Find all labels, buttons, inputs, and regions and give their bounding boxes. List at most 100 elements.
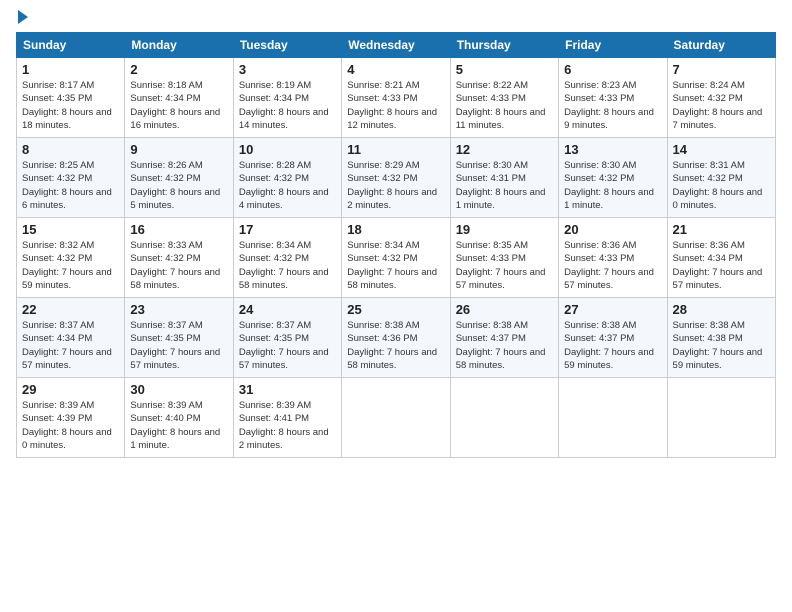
day-info: Sunrise: 8:28 AMSunset: 4:32 PMDaylight:… (239, 159, 336, 212)
day-number: 28 (673, 302, 770, 317)
calendar-cell: 23 Sunrise: 8:37 AMSunset: 4:35 PMDayligh… (125, 298, 233, 378)
day-number: 12 (456, 142, 553, 157)
week-row-2: 8 Sunrise: 8:25 AMSunset: 4:32 PMDaylight… (17, 138, 776, 218)
page: SundayMondayTuesdayWednesdayThursdayFrid… (0, 0, 792, 612)
week-row-1: 1Sunrise: 8:17 AMSunset: 4:35 PMDaylight… (17, 58, 776, 138)
calendar-cell: 18Sunrise: 8:34 AMSunset: 4:32 PMDayligh… (342, 218, 450, 298)
calendar-cell: 6 Sunrise: 8:23 AMSunset: 4:33 PMDaylight… (559, 58, 667, 138)
day-number: 23 (130, 302, 227, 317)
day-info: Sunrise: 8:36 AMSunset: 4:33 PMDaylight:… (564, 239, 661, 292)
weekday-header-monday: Monday (125, 33, 233, 58)
calendar-cell: 17 Sunrise: 8:34 AMSunset: 4:32 PMDayligh… (233, 218, 341, 298)
day-info: Sunrise: 8:26 AMSunset: 4:32 PMDaylight:… (130, 159, 227, 212)
day-info: Sunrise: 8:37 AMSunset: 4:35 PMDaylight:… (130, 319, 227, 372)
day-info: Sunrise: 8:39 AMSunset: 4:40 PMDaylight:… (130, 399, 227, 452)
logo-arrow-icon (18, 10, 28, 24)
calendar-cell: 22Sunrise: 8:37 AMSunset: 4:34 PMDayligh… (17, 298, 125, 378)
day-info: Sunrise: 8:39 AMSunset: 4:39 PMDaylight:… (22, 399, 119, 452)
day-number: 25 (347, 302, 444, 317)
calendar-cell: 20Sunrise: 8:36 AMSunset: 4:33 PMDayligh… (559, 218, 667, 298)
day-info: Sunrise: 8:32 AMSunset: 4:32 PMDaylight:… (22, 239, 119, 292)
calendar-cell: 5 Sunrise: 8:22 AMSunset: 4:33 PMDaylight… (450, 58, 558, 138)
calendar-cell: 4 Sunrise: 8:21 AMSunset: 4:33 PMDaylight… (342, 58, 450, 138)
day-number: 27 (564, 302, 661, 317)
day-info: Sunrise: 8:17 AMSunset: 4:35 PMDaylight:… (22, 79, 119, 132)
day-number: 10 (239, 142, 336, 157)
day-info: Sunrise: 8:24 AMSunset: 4:32 PMDaylight:… (673, 79, 770, 132)
day-number: 3 (239, 62, 336, 77)
calendar-table: SundayMondayTuesdayWednesdayThursdayFrid… (16, 32, 776, 458)
weekday-header-saturday: Saturday (667, 33, 775, 58)
day-number: 30 (130, 382, 227, 397)
calendar-cell: 24 Sunrise: 8:37 AMSunset: 4:35 PMDayligh… (233, 298, 341, 378)
week-row-3: 15 Sunrise: 8:32 AMSunset: 4:32 PMDayligh… (17, 218, 776, 298)
day-info: Sunrise: 8:38 AMSunset: 4:38 PMDaylight:… (673, 319, 770, 372)
calendar-cell: 14 Sunrise: 8:31 AMSunset: 4:32 PMDayligh… (667, 138, 775, 218)
calendar-cell: 11 Sunrise: 8:29 AMSunset: 4:32 PMDayligh… (342, 138, 450, 218)
calendar-cell: 25Sunrise: 8:38 AMSunset: 4:36 PMDayligh… (342, 298, 450, 378)
calendar-cell: 10 Sunrise: 8:28 AMSunset: 4:32 PMDayligh… (233, 138, 341, 218)
calendar-cell: 21 Sunrise: 8:36 AMSunset: 4:34 PMDayligh… (667, 218, 775, 298)
calendar-cell: 30 Sunrise: 8:39 AMSunset: 4:40 PMDayligh… (125, 378, 233, 458)
calendar-cell: 3 Sunrise: 8:19 AMSunset: 4:34 PMDaylight… (233, 58, 341, 138)
calendar-cell (559, 378, 667, 458)
day-info: Sunrise: 8:18 AMSunset: 4:34 PMDaylight:… (130, 79, 227, 132)
weekday-header-row: SundayMondayTuesdayWednesdayThursdayFrid… (17, 33, 776, 58)
day-number: 24 (239, 302, 336, 317)
day-number: 7 (673, 62, 770, 77)
day-info: Sunrise: 8:34 AMSunset: 4:32 PMDaylight:… (239, 239, 336, 292)
calendar-cell: 29 Sunrise: 8:39 AMSunset: 4:39 PMDayligh… (17, 378, 125, 458)
day-info: Sunrise: 8:35 AMSunset: 4:33 PMDaylight:… (456, 239, 553, 292)
day-info: Sunrise: 8:19 AMSunset: 4:34 PMDaylight:… (239, 79, 336, 132)
day-number: 9 (130, 142, 227, 157)
day-number: 2 (130, 62, 227, 77)
day-number: 6 (564, 62, 661, 77)
calendar-cell: 8 Sunrise: 8:25 AMSunset: 4:32 PMDaylight… (17, 138, 125, 218)
day-info: Sunrise: 8:22 AMSunset: 4:33 PMDaylight:… (456, 79, 553, 132)
day-number: 11 (347, 142, 444, 157)
day-info: Sunrise: 8:30 AMSunset: 4:31 PMDaylight:… (456, 159, 553, 212)
logo (16, 12, 28, 24)
day-info: Sunrise: 8:38 AMSunset: 4:37 PMDaylight:… (564, 319, 661, 372)
day-number: 5 (456, 62, 553, 77)
day-number: 26 (456, 302, 553, 317)
calendar-cell: 27 Sunrise: 8:38 AMSunset: 4:37 PMDayligh… (559, 298, 667, 378)
day-number: 16 (130, 222, 227, 237)
day-number: 4 (347, 62, 444, 77)
day-info: Sunrise: 8:31 AMSunset: 4:32 PMDaylight:… (673, 159, 770, 212)
day-info: Sunrise: 8:29 AMSunset: 4:32 PMDaylight:… (347, 159, 444, 212)
day-number: 17 (239, 222, 336, 237)
day-info: Sunrise: 8:37 AMSunset: 4:34 PMDaylight:… (22, 319, 119, 372)
day-number: 8 (22, 142, 119, 157)
day-info: Sunrise: 8:21 AMSunset: 4:33 PMDaylight:… (347, 79, 444, 132)
day-number: 29 (22, 382, 119, 397)
weekday-header-friday: Friday (559, 33, 667, 58)
day-number: 13 (564, 142, 661, 157)
week-row-5: 29 Sunrise: 8:39 AMSunset: 4:39 PMDayligh… (17, 378, 776, 458)
day-number: 31 (239, 382, 336, 397)
weekday-header-wednesday: Wednesday (342, 33, 450, 58)
week-row-4: 22Sunrise: 8:37 AMSunset: 4:34 PMDayligh… (17, 298, 776, 378)
day-info: Sunrise: 8:36 AMSunset: 4:34 PMDaylight:… (673, 239, 770, 292)
day-number: 15 (22, 222, 119, 237)
day-info: Sunrise: 8:39 AMSunset: 4:41 PMDaylight:… (239, 399, 336, 452)
weekday-header-sunday: Sunday (17, 33, 125, 58)
day-info: Sunrise: 8:23 AMSunset: 4:33 PMDaylight:… (564, 79, 661, 132)
calendar-cell: 28 Sunrise: 8:38 AMSunset: 4:38 PMDayligh… (667, 298, 775, 378)
day-info: Sunrise: 8:37 AMSunset: 4:35 PMDaylight:… (239, 319, 336, 372)
calendar-cell: 9 Sunrise: 8:26 AMSunset: 4:32 PMDaylight… (125, 138, 233, 218)
calendar-cell (342, 378, 450, 458)
day-info: Sunrise: 8:34 AMSunset: 4:32 PMDaylight:… (347, 239, 444, 292)
day-number: 19 (456, 222, 553, 237)
calendar-cell: 12 Sunrise: 8:30 AMSunset: 4:31 PMDayligh… (450, 138, 558, 218)
calendar-cell: 31 Sunrise: 8:39 AMSunset: 4:41 PMDayligh… (233, 378, 341, 458)
day-number: 14 (673, 142, 770, 157)
day-info: Sunrise: 8:30 AMSunset: 4:32 PMDaylight:… (564, 159, 661, 212)
day-number: 21 (673, 222, 770, 237)
day-info: Sunrise: 8:33 AMSunset: 4:32 PMDaylight:… (130, 239, 227, 292)
calendar-cell: 15 Sunrise: 8:32 AMSunset: 4:32 PMDayligh… (17, 218, 125, 298)
day-info: Sunrise: 8:25 AMSunset: 4:32 PMDaylight:… (22, 159, 119, 212)
weekday-header-thursday: Thursday (450, 33, 558, 58)
weekday-header-tuesday: Tuesday (233, 33, 341, 58)
header (16, 12, 776, 24)
